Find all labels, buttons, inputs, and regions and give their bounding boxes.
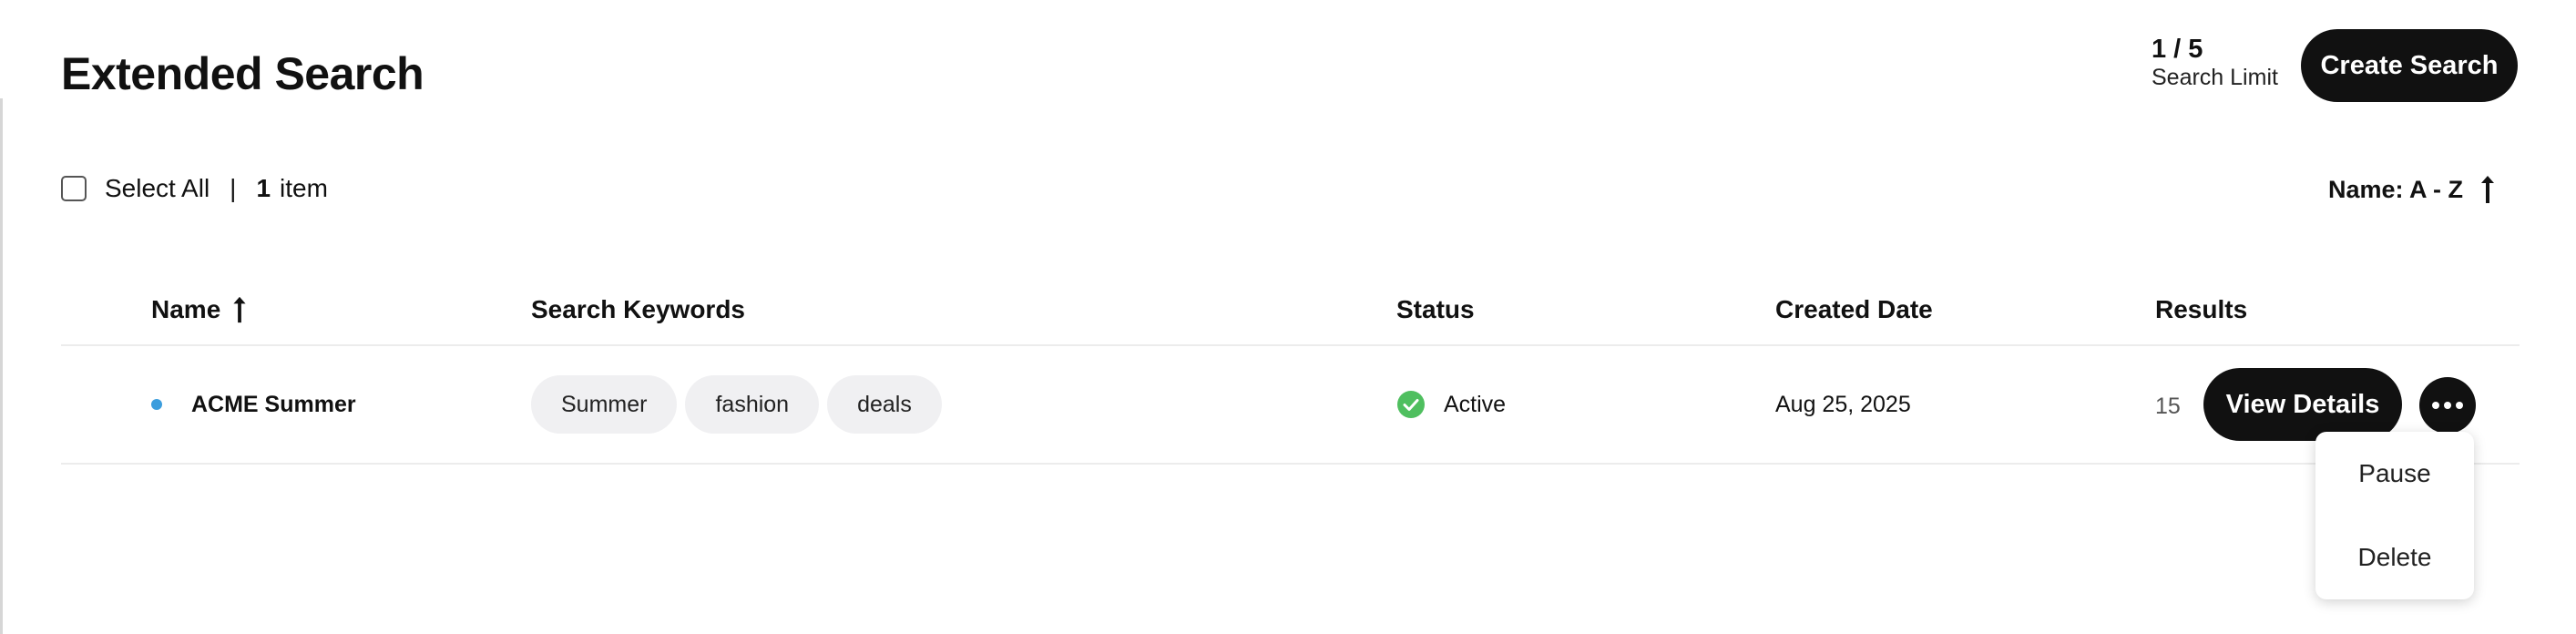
separator: | — [230, 174, 237, 202]
column-header-keywords: Search Keywords — [531, 295, 745, 323]
keyword-chip: fashion — [685, 375, 820, 434]
sort-label[interactable]: Name: A - Z — [2328, 176, 2463, 204]
search-limit-label: Search Limit — [2152, 65, 2278, 91]
keyword-chip: Summer — [531, 375, 678, 434]
create-search-button[interactable]: Create Search — [2301, 29, 2518, 102]
header-divider — [61, 344, 2520, 346]
keyword-chip: deals — [827, 375, 942, 434]
menu-item-pause[interactable]: Pause — [2315, 459, 2474, 488]
more-dot — [2456, 402, 2463, 409]
column-header-created-date: Created Date — [1775, 295, 1933, 323]
status-label: Active — [1444, 391, 1507, 417]
left-divider — [0, 98, 3, 634]
page-title: Extended Search — [61, 48, 424, 99]
item-count-label: item — [280, 174, 328, 202]
check-circle-icon — [1397, 391, 1425, 418]
keyword-chips: Summer fashion deals — [531, 375, 942, 434]
select-all-label[interactable]: Select All — [105, 174, 210, 203]
arrow-up-icon[interactable] — [2478, 174, 2498, 205]
row-actions-menu: Pause Delete — [2315, 432, 2474, 599]
row-name: ACME Summer — [191, 392, 356, 417]
column-header-results: Results — [2155, 295, 2248, 323]
arrow-up-icon[interactable] — [230, 295, 250, 324]
row-divider — [61, 463, 2520, 465]
select-all-bar: Select All | 1 item — [61, 174, 328, 203]
item-count: 1 — [256, 174, 271, 202]
sort-control[interactable]: Name: A - Z — [2328, 174, 2498, 205]
unread-dot — [151, 399, 162, 410]
search-limit: 1 / 5 Search Limit — [2152, 35, 2278, 91]
column-header-name-label[interactable]: Name — [151, 295, 220, 324]
column-header-name[interactable]: Name — [151, 295, 250, 324]
select-all-checkbox[interactable] — [61, 176, 87, 201]
more-dot — [2432, 402, 2439, 409]
search-limit-count: 1 / 5 — [2152, 35, 2203, 64]
more-dot — [2444, 402, 2451, 409]
menu-item-delete[interactable]: Delete — [2315, 543, 2474, 572]
column-header-status: Status — [1396, 295, 1475, 323]
results-count: 15 — [2155, 394, 2181, 419]
status-cell: Active — [1396, 390, 1506, 419]
created-date: Aug 25, 2025 — [1775, 392, 1911, 417]
more-options-button[interactable] — [2419, 377, 2476, 434]
view-details-button[interactable]: View Details — [2203, 368, 2402, 441]
